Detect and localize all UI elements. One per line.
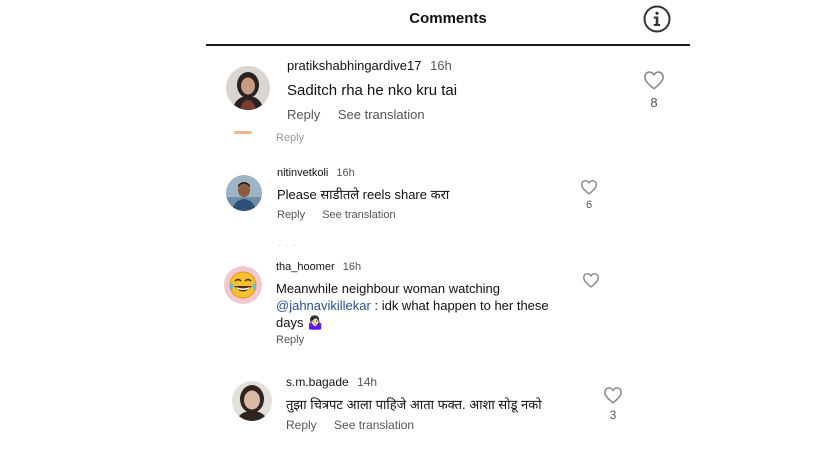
- username[interactable]: nitinvetkoli: [277, 167, 328, 179]
- heart-icon[interactable]: [643, 70, 665, 90]
- avatar[interactable]: [226, 175, 262, 211]
- comment-actions: Reply See translation: [287, 107, 425, 122]
- scroll-fragment: ···: [278, 240, 300, 251]
- comment-text-part: Meanwhile neighbour woman watching: [276, 281, 501, 296]
- info-circle-icon[interactable]: [642, 4, 672, 34]
- timestamp: 14h: [357, 375, 378, 389]
- comment-text: Saditch rha he nko kru tai: [287, 82, 458, 99]
- comment-text: Please साडीतले reels share करा: [277, 187, 450, 202]
- like-count: 8: [650, 95, 658, 110]
- see-translation-button[interactable]: See translation: [334, 418, 414, 432]
- comment-header: nitinvetkoli 16h: [277, 167, 355, 179]
- avatar[interactable]: [226, 66, 270, 110]
- username[interactable]: tha_hoomer: [276, 261, 335, 273]
- comment-header: pratikshabhingardive17 16h: [287, 58, 452, 73]
- comment-actions: Reply See translation: [277, 209, 396, 221]
- see-translation-button[interactable]: See translation: [322, 209, 395, 221]
- reply-fragment: Reply: [276, 132, 305, 144]
- reply-button[interactable]: Reply: [276, 334, 304, 346]
- comment-header: s.m.bagade 14h: [286, 375, 377, 389]
- heart-icon[interactable]: [582, 272, 600, 288]
- avatar-fragment: [234, 131, 252, 134]
- reply-button[interactable]: Reply: [286, 418, 317, 432]
- username[interactable]: pratikshabhingardive17: [287, 58, 421, 73]
- like-count: 3: [609, 408, 617, 422]
- woman-avatar-icon: [232, 381, 272, 421]
- woman-avatar-icon: [226, 66, 270, 110]
- reply-button[interactable]: Reply: [277, 209, 305, 221]
- comment-actions: Reply: [276, 334, 304, 346]
- man-avatar-icon: [226, 175, 262, 211]
- timestamp: 16h: [430, 58, 452, 73]
- page-title: Comments: [409, 10, 487, 27]
- comment-actions: Reply See translation: [286, 418, 414, 432]
- timestamp: 16h: [336, 167, 355, 179]
- like-count: 6: [585, 199, 593, 211]
- username[interactable]: s.m.bagade: [286, 375, 349, 389]
- see-translation-button[interactable]: See translation: [338, 107, 425, 122]
- reply-button[interactable]: Reply: [287, 107, 320, 122]
- avatar[interactable]: [232, 381, 272, 421]
- timestamp: 16h: [342, 261, 362, 273]
- heart-icon[interactable]: [580, 179, 598, 195]
- avatar[interactable]: [224, 266, 262, 304]
- comment-text: Meanwhile neighbour woman watching @jahn…: [276, 280, 576, 331]
- heart-icon[interactable]: [603, 386, 623, 404]
- laughing-emoji-icon: [224, 266, 262, 304]
- header-divider: [206, 44, 690, 46]
- comment-header: tha_hoomer 16h: [276, 261, 361, 273]
- comment-text: तुझा चित्रपट आला पाहिजे आता फक्त. आशा सो…: [286, 397, 542, 412]
- mention-link[interactable]: @jahnavikillekar: [276, 298, 371, 313]
